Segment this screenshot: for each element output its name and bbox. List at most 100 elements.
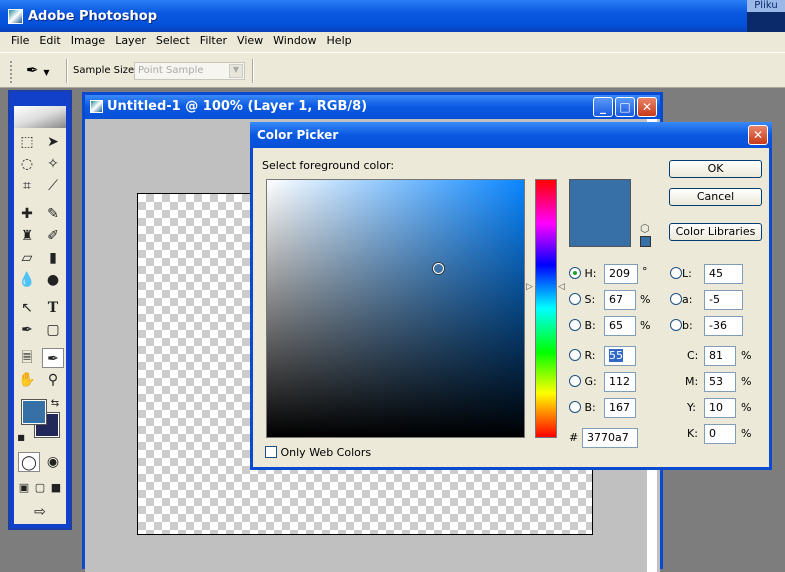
lasso-tool-icon[interactable]: ◌ bbox=[16, 154, 38, 174]
marquee-tool-icon[interactable]: ⬚ bbox=[16, 132, 38, 152]
eyedropper-tool-icon[interactable]: ✒ bbox=[42, 348, 64, 368]
radio-s[interactable] bbox=[569, 293, 581, 305]
radio-a[interactable] bbox=[670, 293, 682, 305]
swap-colors-icon[interactable]: ⇆ bbox=[48, 394, 62, 414]
radio-brightness[interactable] bbox=[569, 319, 581, 331]
healing-brush-icon[interactable]: ✚ bbox=[16, 204, 38, 224]
radio-r[interactable] bbox=[569, 349, 581, 361]
crop-tool-icon[interactable]: ⌗ bbox=[16, 176, 38, 196]
r-input[interactable]: 55 bbox=[604, 346, 636, 366]
screen-mode-standard-icon[interactable]: ▣ bbox=[16, 478, 32, 498]
blur-tool-icon[interactable]: 💧 bbox=[16, 270, 38, 290]
slice-tool-icon[interactable]: ⟋ bbox=[42, 176, 64, 196]
m-label: M: bbox=[685, 375, 699, 388]
dodge-tool-icon[interactable]: ● bbox=[42, 270, 64, 290]
hand-tool-icon[interactable]: ✋ bbox=[16, 370, 38, 390]
default-colors-icon[interactable]: ■ bbox=[16, 428, 26, 448]
screen-mode-full-icon[interactable]: ■ bbox=[48, 478, 64, 498]
document-title: Untitled-1 @ 100% (Layer 1, RGB/8) bbox=[107, 99, 368, 114]
standard-mode-icon[interactable]: ◯ bbox=[18, 452, 40, 472]
checkbox-box[interactable] bbox=[265, 446, 277, 458]
brightness-label: B: bbox=[584, 319, 596, 332]
dialog-title-bar[interactable]: Color Picker ✕ bbox=[250, 122, 772, 148]
menu-edit[interactable]: Edit bbox=[34, 32, 65, 52]
color-field-marker[interactable] bbox=[433, 263, 444, 274]
screen-mode-full-menu-icon[interactable]: ▢ bbox=[32, 478, 48, 498]
zoom-tool-icon[interactable]: ⚲ bbox=[42, 370, 64, 390]
menu-select[interactable]: Select bbox=[151, 32, 195, 52]
menu-file[interactable]: File bbox=[6, 32, 34, 52]
g-input[interactable]: 112 bbox=[604, 372, 636, 392]
separator bbox=[252, 59, 254, 83]
menu-help[interactable]: Help bbox=[322, 32, 357, 52]
taskbar-label: Pliku bbox=[747, 0, 785, 12]
m-input[interactable]: 53 bbox=[704, 372, 736, 392]
only-web-colors-checkbox[interactable]: Only Web Colors bbox=[265, 443, 371, 463]
gradient-tool-icon[interactable]: ▮ bbox=[42, 248, 64, 268]
color-picker-dialog: Color Picker ✕ Select foreground color: … bbox=[250, 122, 772, 470]
hue-slider-left-arrow[interactable]: ▷ bbox=[526, 282, 533, 292]
blue-input[interactable]: 167 bbox=[604, 398, 636, 418]
radio-l[interactable] bbox=[670, 267, 682, 279]
type-tool-icon[interactable]: T bbox=[42, 298, 64, 318]
shape-tool-icon[interactable]: ▢ bbox=[42, 320, 64, 340]
cancel-button[interactable]: Cancel bbox=[669, 188, 762, 206]
web-safe-swatch[interactable] bbox=[640, 236, 651, 247]
maximize-button[interactable]: □ bbox=[615, 97, 635, 117]
sample-size-label: Sample Size: bbox=[73, 65, 138, 76]
dialog-close-button[interactable]: ✕ bbox=[748, 125, 768, 145]
color-libraries-button[interactable]: Color Libraries bbox=[669, 223, 762, 241]
h-input[interactable]: 209 bbox=[604, 264, 638, 284]
c-label: C: bbox=[687, 349, 699, 362]
hue-slider-right-arrow[interactable]: ◁ bbox=[558, 282, 565, 292]
eraser-tool-icon[interactable]: ▱ bbox=[16, 248, 38, 268]
hue-slider[interactable] bbox=[535, 179, 557, 438]
c-unit: % bbox=[741, 349, 752, 362]
ok-button[interactable]: OK bbox=[669, 160, 762, 178]
menu-image[interactable]: Image bbox=[66, 32, 110, 52]
sample-size-select[interactable]: Point Sample ▼ bbox=[134, 62, 245, 80]
s-label: S: bbox=[584, 293, 596, 306]
menu-filter[interactable]: Filter bbox=[195, 32, 232, 52]
s-input[interactable]: 67 bbox=[604, 290, 636, 310]
l-input[interactable]: 45 bbox=[704, 264, 743, 284]
y-unit: % bbox=[741, 401, 752, 414]
y-input[interactable]: 10 bbox=[704, 398, 736, 418]
path-select-icon[interactable]: ↖ bbox=[16, 298, 38, 318]
stamp-tool-icon[interactable]: ♜ bbox=[16, 226, 38, 246]
color-field[interactable] bbox=[266, 179, 525, 438]
notes-tool-icon[interactable]: 🗏 bbox=[16, 348, 38, 368]
a-label: a: bbox=[682, 293, 693, 306]
feather-logo[interactable] bbox=[14, 106, 66, 128]
radio-b[interactable] bbox=[670, 319, 682, 331]
foreground-color-swatch[interactable] bbox=[21, 399, 47, 425]
brightness-input[interactable]: 65 bbox=[604, 316, 636, 336]
menu-window[interactable]: Window bbox=[268, 32, 321, 52]
magic-wand-icon[interactable]: ✧ bbox=[42, 154, 64, 174]
jump-to-imageready-icon[interactable]: ⇨ bbox=[20, 502, 60, 522]
move-tool-icon[interactable]: ➤ bbox=[42, 132, 64, 152]
radio-blue[interactable] bbox=[569, 401, 581, 413]
menu-layer[interactable]: Layer bbox=[110, 32, 151, 52]
gamut-cube-icon[interactable]: ⬡ bbox=[640, 222, 650, 235]
eyedropper-preset-icon[interactable]: ✒ ▼ bbox=[26, 61, 50, 79]
hex-input[interactable]: 3770a7 bbox=[582, 428, 638, 448]
minimize-button[interactable]: _ bbox=[593, 97, 613, 117]
options-grip[interactable] bbox=[10, 61, 13, 83]
pen-tool-icon[interactable]: ✒ bbox=[16, 320, 38, 340]
a-input[interactable]: -5 bbox=[704, 290, 743, 310]
history-brush-icon[interactable]: ✐ bbox=[42, 226, 64, 246]
close-button[interactable]: ✕ bbox=[637, 97, 657, 117]
radio-g[interactable] bbox=[569, 375, 581, 387]
menu-view[interactable]: View bbox=[232, 32, 268, 52]
radio-h[interactable] bbox=[569, 267, 581, 279]
separator bbox=[66, 59, 68, 83]
c-input[interactable]: 81 bbox=[704, 346, 736, 366]
b-lab-input[interactable]: -36 bbox=[704, 316, 743, 336]
brush-tool-icon[interactable]: ✎ bbox=[42, 204, 64, 224]
document-title-bar[interactable]: Untitled-1 @ 100% (Layer 1, RGB/8) _ □ ✕ bbox=[85, 95, 660, 119]
k-input[interactable]: 0 bbox=[704, 424, 736, 444]
quick-mask-icon[interactable]: ◉ bbox=[42, 452, 64, 472]
l-label: L: bbox=[682, 267, 692, 280]
s-unit: % bbox=[640, 293, 651, 306]
